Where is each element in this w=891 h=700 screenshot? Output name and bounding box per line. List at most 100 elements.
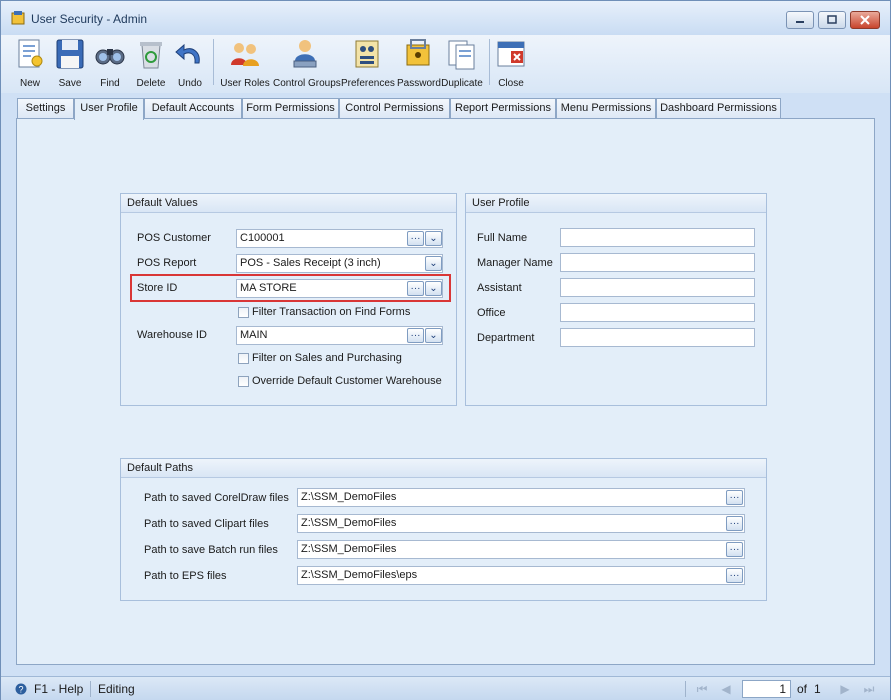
clipart-path-field[interactable]: Z:\SSM_DemoFiles — [297, 514, 745, 533]
status-bar: ? F1 - Help Editing ⏮ ◀ 1 of 1 ▶ ⏭ — [1, 676, 890, 700]
duplicate-button[interactable]: Duplicate — [441, 35, 483, 91]
warehouse-id-dropdown-button[interactable]: ⌄ — [425, 328, 442, 343]
save-label: Save — [58, 78, 82, 89]
control-groups-icon — [293, 40, 317, 68]
override-warehouse-checkbox[interactable] — [238, 376, 249, 387]
edit-mode-status: Editing — [98, 682, 135, 696]
coreldraw-browse-button[interactable]: ··· — [726, 490, 743, 505]
tab-default-accounts[interactable]: Default Accounts — [144, 98, 242, 119]
pos-report-dropdown-button[interactable]: ⌄ — [425, 256, 442, 271]
recycle-bin-icon — [140, 42, 162, 69]
close-button[interactable]: Close — [494, 35, 528, 91]
status-separator-2 — [685, 681, 686, 697]
find-button[interactable]: Find — [93, 35, 127, 91]
ellipsis-icon: ··· — [410, 329, 421, 341]
last-record-icon[interactable]: ⏭ — [862, 682, 876, 696]
page-of-label: of — [797, 682, 808, 696]
batch-path-field[interactable]: Z:\SSM_DemoFiles — [297, 540, 745, 559]
user-roles-button[interactable]: User Roles — [219, 35, 271, 91]
preferences-button[interactable]: Preferences — [341, 35, 395, 91]
new-document-icon — [18, 39, 43, 68]
default-values-header: Default Values — [121, 194, 456, 213]
batch-browse-button[interactable]: ··· — [726, 542, 743, 557]
delete-button[interactable]: Delete — [133, 35, 169, 91]
control-groups-button[interactable]: Control Groups — [273, 35, 341, 91]
page-total: 1 — [814, 682, 821, 696]
floppy-disk-icon — [56, 39, 84, 69]
delete-label: Delete — [136, 78, 166, 89]
override-warehouse-label: Override Default Customer Warehouse — [252, 375, 442, 387]
filter-transaction-label: Filter Transaction on Find Forms — [252, 306, 411, 318]
preferences-icon — [355, 40, 379, 68]
full-name-label: Full Name — [477, 232, 528, 244]
chevron-down-icon: ⌄ — [429, 329, 438, 341]
save-button[interactable]: Save — [53, 35, 87, 91]
ellipsis-icon: ··· — [729, 543, 740, 555]
undo-button[interactable]: Undo — [173, 35, 207, 91]
pos-customer-dropdown-button[interactable]: ⌄ — [425, 231, 442, 246]
manager-name-label: Manager Name — [477, 257, 553, 269]
close-label: Close — [498, 78, 524, 89]
filter-sales-checkbox[interactable] — [238, 353, 249, 364]
warehouse-id-lookup-button[interactable]: ··· — [407, 328, 424, 343]
chevron-down-icon: ⌄ — [429, 282, 438, 294]
tab-user-profile[interactable]: User Profile — [74, 98, 144, 120]
store-id-dropdown-button[interactable]: ⌄ — [425, 281, 442, 296]
minimize-icon — [796, 21, 804, 23]
maximize-icon — [827, 15, 837, 24]
user-roles-label: User Roles — [220, 78, 270, 89]
user-profile-group: User Profile — [465, 193, 767, 406]
coreldraw-path-label: Path to saved CorelDraw files — [144, 492, 289, 504]
minimize-button[interactable] — [786, 11, 814, 29]
clipart-browse-button[interactable]: ··· — [726, 516, 743, 531]
pos-report-field[interactable]: POS - Sales Receipt (3 inch) — [236, 254, 443, 273]
office-field[interactable] — [560, 303, 755, 322]
eps-path-label: Path to EPS files — [144, 570, 227, 582]
assistant-field[interactable] — [560, 278, 755, 297]
clipart-path-label: Path to saved Clipart files — [144, 518, 269, 530]
eps-browse-button[interactable]: ··· — [726, 568, 743, 583]
filter-sales-label: Filter on Sales and Purchasing — [252, 352, 402, 364]
close-window-icon — [497, 41, 525, 67]
department-field[interactable] — [560, 328, 755, 347]
tab-report-permissions[interactable]: Report Permissions — [450, 98, 556, 119]
eps-path-field[interactable]: Z:\SSM_DemoFiles\eps — [297, 566, 745, 585]
manager-name-field[interactable] — [560, 253, 755, 272]
control-groups-label: Control Groups — [273, 78, 341, 89]
page-number-input[interactable]: 1 — [742, 680, 791, 698]
filter-transaction-checkbox[interactable] — [238, 307, 249, 318]
chevron-down-icon: ⌄ — [429, 232, 438, 244]
batch-path-label: Path to save Batch run files — [144, 544, 278, 556]
coreldraw-path-field[interactable]: Z:\SSM_DemoFiles — [297, 488, 745, 507]
ellipsis-icon: ··· — [410, 232, 421, 244]
pos-report-label: POS Report — [137, 257, 197, 269]
tab-dashboard-permissions[interactable]: Dashboard Permissions — [656, 98, 781, 119]
close-window-button[interactable] — [850, 11, 880, 29]
tab-control-permissions[interactable]: Control Permissions — [339, 98, 450, 119]
find-label: Find — [100, 78, 120, 89]
full-name-field[interactable] — [560, 228, 755, 247]
store-id-label: Store ID — [137, 282, 178, 294]
first-record-icon[interactable]: ⏮ — [695, 682, 709, 696]
next-record-icon[interactable]: ▶ — [838, 682, 852, 696]
ellipsis-icon: ··· — [729, 517, 740, 529]
user-roles-icon — [231, 43, 259, 66]
office-label: Office — [477, 307, 506, 319]
maximize-button[interactable] — [818, 11, 846, 29]
undo-label: Undo — [178, 78, 202, 89]
default-paths-header: Default Paths — [121, 459, 766, 478]
ellipsis-icon: ··· — [729, 569, 740, 581]
window-title: User Security - Admin — [31, 12, 148, 26]
new-label: New — [19, 78, 40, 89]
tab-form-permissions[interactable]: Form Permissions — [242, 98, 339, 119]
tab-menu-permissions[interactable]: Menu Permissions — [556, 98, 656, 119]
department-label: Department — [477, 332, 535, 344]
tab-settings[interactable]: Settings — [17, 98, 74, 119]
password-button[interactable]: Password — [397, 35, 441, 91]
help-icon: ? — [15, 683, 27, 695]
store-id-lookup-button[interactable]: ··· — [407, 281, 424, 296]
previous-record-icon[interactable]: ◀ — [719, 682, 733, 696]
help-status[interactable]: F1 - Help — [34, 682, 83, 696]
new-button[interactable]: New — [13, 35, 47, 91]
pos-customer-lookup-button[interactable]: ··· — [407, 231, 424, 246]
